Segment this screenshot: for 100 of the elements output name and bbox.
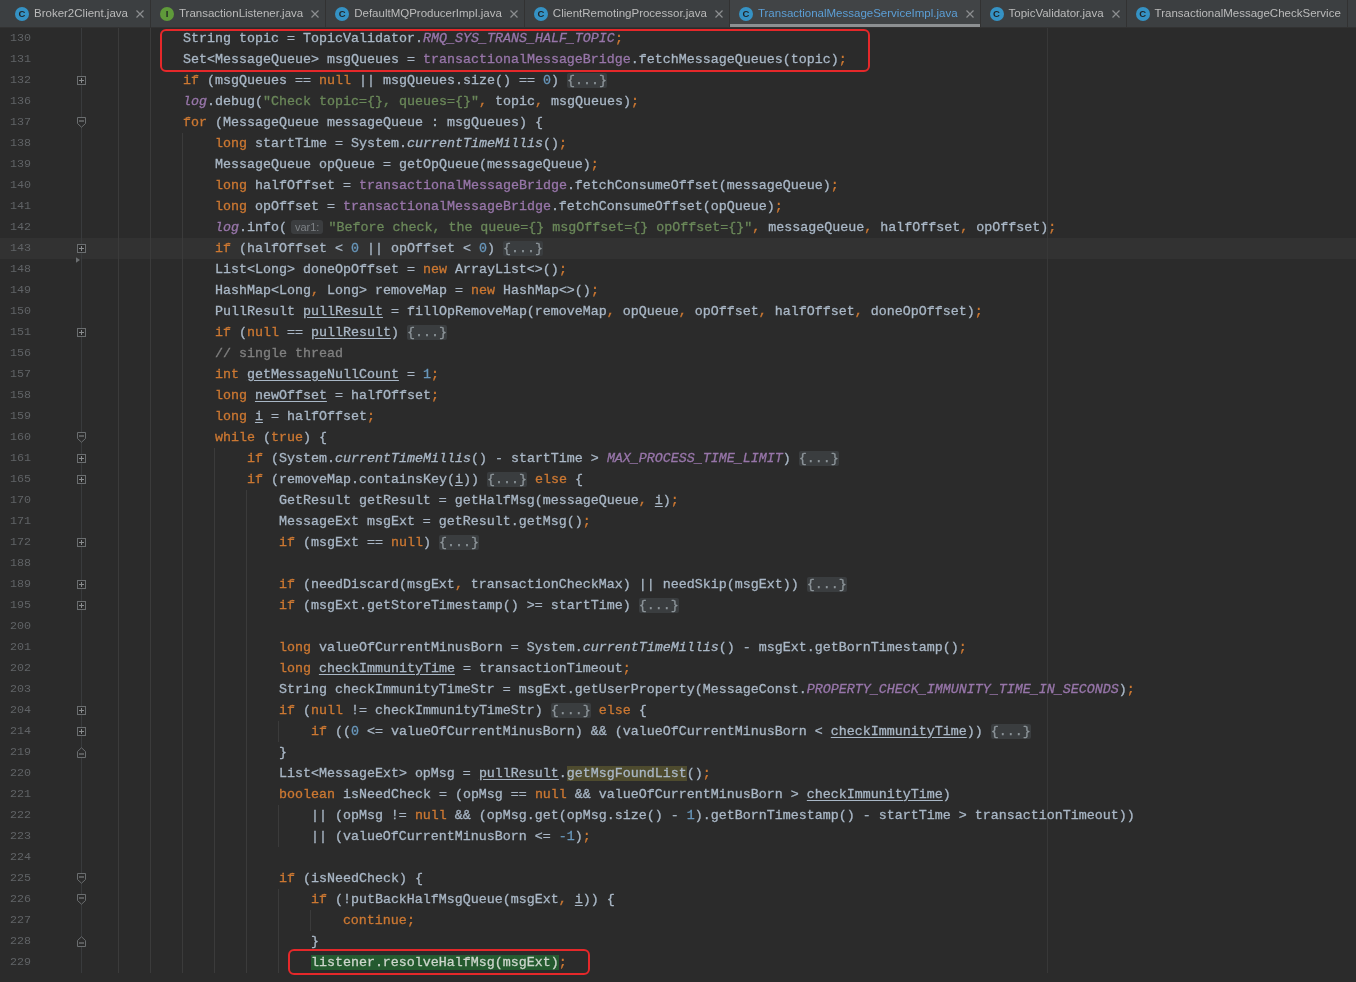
code-line: long valueOfCurrentMinusBorn = System.currentTimeMillis() - msgExt.getBornTimestamp();	[278, 639, 967, 656]
editor-tab[interactable]: C Broker2Client.java	[6, 0, 151, 27]
code-line: for (MessageQueue messageQueue : msgQueues) {	[182, 114, 543, 131]
plus-square-icon[interactable]	[77, 475, 86, 484]
plus-square-icon[interactable]	[77, 328, 86, 337]
code-line: if (null == pullResult) {...}	[214, 324, 447, 341]
line-number: 214	[10, 724, 31, 738]
code-line: PullResult pullResult = fillOpRemoveMap(removeMap, opQueue, opOffset, halfOffset, doneOpOffset);	[214, 303, 983, 320]
line-number: 170	[10, 493, 31, 507]
minus-pentagon-icon[interactable]	[77, 117, 86, 128]
plus-square-icon[interactable]	[77, 538, 86, 547]
code-line: || (opMsg != null && (opMsg.get(opMsg.size() - 1).getBornTimestamp() - startTime > transactionTimeout))	[310, 807, 1135, 824]
line-number: 151	[10, 325, 31, 339]
minus-pentagon-icon[interactable]	[77, 894, 86, 905]
code-line: if (removeMap.containsKey(i)) {...} else {	[246, 471, 583, 488]
line-number: 137	[10, 115, 31, 129]
line-number: 141	[10, 199, 31, 213]
line-number: 138	[10, 136, 31, 150]
close-icon[interactable]	[311, 9, 320, 18]
letter-circle-icon: I	[159, 6, 174, 21]
code-line: log.info( var1: "Before check, the queue={} msgOffset={} opOffset={}", messageQueue, halfOffset, opOffset);	[214, 219, 1057, 236]
code-line: long halfOffset = transactionalMessageBridge.fetchConsumeOffset(messageQueue);	[214, 177, 839, 194]
plus-square-icon[interactable]	[77, 727, 86, 736]
line-number: 204	[10, 703, 31, 717]
editor-tab[interactable]: C DefaultMQProducerImpl.java	[326, 0, 525, 27]
code-line: long checkImmunityTime = transactionTimeout;	[278, 660, 631, 677]
line-number: 149	[10, 283, 31, 297]
line-number: 148	[10, 262, 31, 276]
code-line: }	[278, 744, 287, 761]
line-number: 227	[10, 913, 31, 927]
code-line: while (true) {	[214, 429, 327, 446]
line-number: 156	[10, 346, 31, 360]
letter-circle-icon: C	[1135, 6, 1150, 21]
plus-square-icon[interactable]	[77, 76, 86, 85]
code-line: if (isNeedCheck) {	[278, 870, 423, 887]
line-number: 131	[10, 52, 31, 66]
line-number: 171	[10, 514, 31, 528]
minus-pentagon-icon[interactable]	[77, 432, 86, 443]
code-line: MessageQueue opQueue = getOpQueue(messageQueue);	[214, 156, 599, 173]
line-number: 188	[10, 556, 31, 570]
editor-tab[interactable]: C TransactionalMessageCheckService	[1126, 0, 1348, 27]
plus-square-icon[interactable]	[77, 601, 86, 610]
line-number: 157	[10, 367, 31, 381]
line-number: 172	[10, 535, 31, 549]
code-line: listener.resolveHalfMsg(msgExt);	[310, 954, 567, 971]
line-number: 189	[10, 577, 31, 591]
code-line: List<Long> doneOpOffset = new ArrayList<>();	[214, 261, 567, 278]
code-line: log.debug("Check topic={}, queues={}", topic, msgQueues);	[182, 93, 639, 110]
close-icon[interactable]	[1111, 9, 1120, 18]
minus-pentagon-icon[interactable]	[77, 936, 86, 947]
code-line: long startTime = System.currentTimeMillis();	[214, 135, 567, 152]
plus-square-icon[interactable]	[77, 454, 86, 463]
close-icon[interactable]	[135, 9, 144, 18]
code-line: List<MessageExt> opMsg = pullResult.getMsgFoundList();	[278, 765, 711, 782]
line-number: 223	[10, 829, 31, 843]
plus-square-icon[interactable]	[77, 580, 86, 589]
code-line: String topic = TopicValidator.RMQ_SYS_TRANS_HALF_TOPIC;	[182, 30, 623, 47]
line-number: 200	[10, 619, 31, 633]
line-number: 228	[10, 934, 31, 948]
letter-circle-icon: C	[989, 6, 1004, 21]
editor-tab[interactable]: I TransactionListener.java	[150, 0, 327, 27]
line-number: 201	[10, 640, 31, 654]
code-line: if (null != checkImmunityTimeStr) {...} else {	[278, 702, 647, 719]
code-line: || (valueOfCurrentMinusBorn <= -1);	[310, 828, 591, 845]
line-number: 203	[10, 682, 31, 696]
code-line: GetResult getResult = getHalfMsg(messageQueue, i);	[278, 492, 679, 509]
code-line: }	[310, 933, 319, 950]
letter-circle-icon: C	[533, 6, 548, 21]
code-line: if (msgQueues == null || msgQueues.size() == 0) {...}	[182, 72, 607, 89]
editor-tab[interactable]: C TopicValidator.java	[980, 0, 1127, 27]
minus-pentagon-icon[interactable]	[77, 873, 86, 884]
code-line: if (msgExt == null) {...}	[278, 534, 479, 551]
line-number: 222	[10, 808, 31, 822]
line-number: 224	[10, 850, 31, 864]
code-line: if (needDiscard(msgExt, transactionCheckMax) || needSkip(msgExt)) {...}	[278, 576, 847, 593]
line-number: 221	[10, 787, 31, 801]
code-line: MessageExt msgExt = getResult.getMsg();	[278, 513, 591, 530]
code-line: // single thread	[214, 345, 343, 362]
line-number: 226	[10, 892, 31, 906]
code-line: if ((0 <= valueOfCurrentMinusBorn) && (valueOfCurrentMinusBorn < checkImmunityTime)) {...}	[310, 723, 1031, 740]
plus-square-icon[interactable]	[77, 244, 86, 253]
line-number: 150	[10, 304, 31, 318]
code-line: String checkImmunityTimeStr = msgExt.getUserProperty(MessageConst.PROPERTY_CHECK_IMMUNITY_TIME_IN_SECONDS);	[278, 681, 1135, 698]
line-number: 142	[10, 220, 31, 234]
line-number: 195	[10, 598, 31, 612]
line-number: 136	[10, 94, 31, 108]
plus-square-icon[interactable]	[77, 706, 86, 715]
letter-circle-icon: C	[15, 6, 29, 21]
close-icon[interactable]	[965, 9, 974, 18]
close-icon[interactable]	[714, 9, 723, 18]
line-number: 160	[10, 430, 31, 444]
editor-tab[interactable]: C TransactionalMessageServiceImpl.java	[729, 0, 981, 27]
letter-circle-icon: C	[335, 6, 350, 21]
line-number: 158	[10, 388, 31, 402]
minus-pentagon-icon[interactable]	[77, 747, 86, 758]
line-number: 139	[10, 157, 31, 171]
close-icon[interactable]	[509, 9, 518, 18]
editor-tab[interactable]: C ClientRemotingProcessor.java	[524, 0, 730, 27]
triangle-marker-icon	[76, 256, 80, 264]
line-number: 165	[10, 472, 31, 486]
